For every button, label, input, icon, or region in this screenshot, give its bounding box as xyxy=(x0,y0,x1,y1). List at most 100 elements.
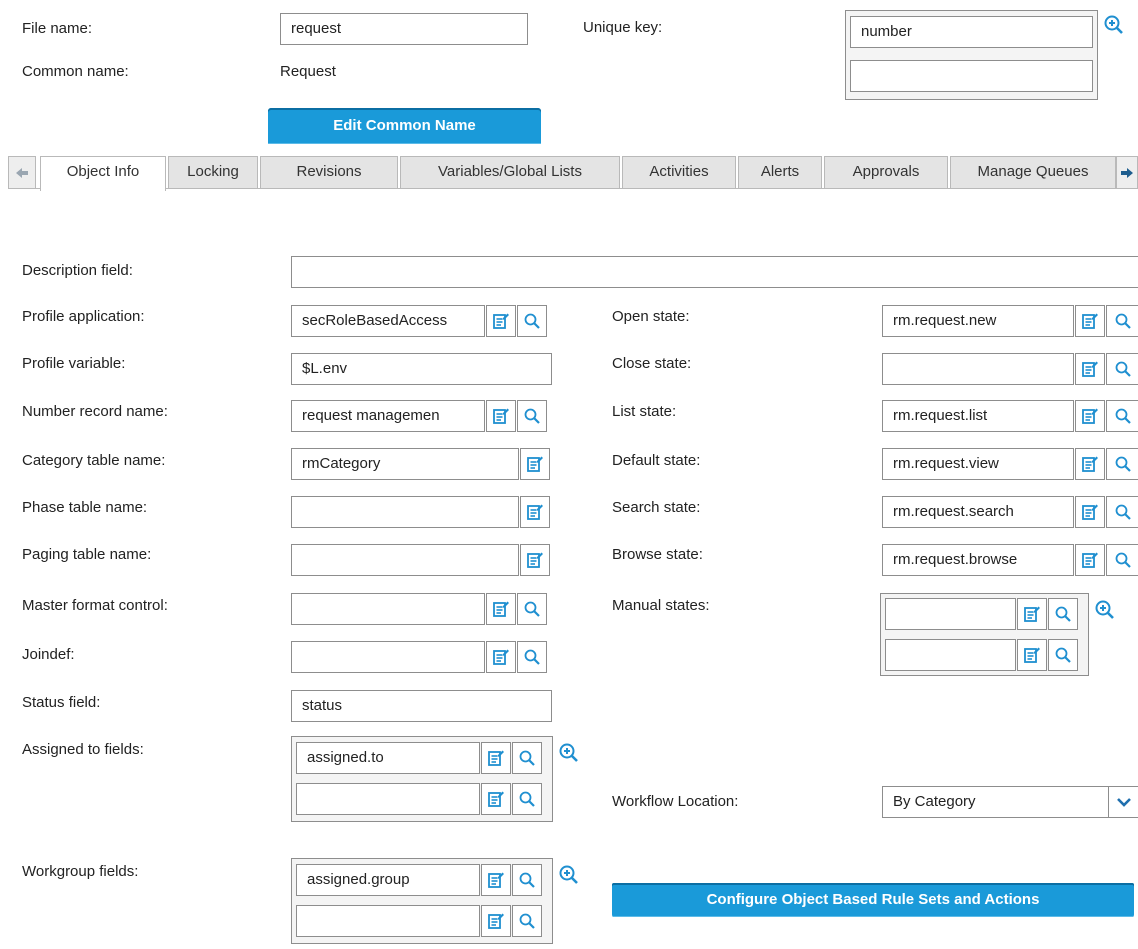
search-button[interactable] xyxy=(517,400,547,432)
form-edit-button[interactable] xyxy=(486,641,516,673)
magnifier-icon xyxy=(519,872,535,888)
form-edit-button[interactable] xyxy=(481,783,511,815)
form-edit-icon xyxy=(493,649,509,665)
form-edit-button[interactable] xyxy=(1075,544,1105,576)
search-button[interactable] xyxy=(1106,353,1138,385)
magnifier-icon xyxy=(1115,408,1131,424)
zoom-plus-icon[interactable] xyxy=(1094,599,1116,621)
workgroup-input-2[interactable] xyxy=(296,905,480,937)
form-edit-button[interactable] xyxy=(1075,400,1105,432)
magnifier-icon xyxy=(519,913,535,929)
form-edit-button[interactable] xyxy=(1075,496,1105,528)
assigned-to-input-1[interactable]: assigned.to xyxy=(296,742,480,774)
form-edit-button[interactable] xyxy=(1075,448,1105,480)
manual-states-input-1[interactable] xyxy=(885,598,1016,630)
workflow-location-value: By Category xyxy=(893,793,976,810)
profile-variable-label: Profile variable: xyxy=(22,355,126,372)
edit-common-name-button[interactable]: Edit Common Name xyxy=(268,108,541,144)
description-field-input[interactable] xyxy=(291,256,1138,288)
search-button[interactable] xyxy=(1106,400,1138,432)
form-edit-button[interactable] xyxy=(520,496,550,528)
unique-key-field-1[interactable]: number xyxy=(850,16,1093,48)
tab-alerts[interactable]: Alerts xyxy=(738,156,822,188)
workgroup-input-1[interactable]: assigned.group xyxy=(296,864,480,896)
form-edit-icon xyxy=(1082,456,1098,472)
form-edit-button[interactable] xyxy=(486,305,516,337)
tab-variables-global-lists[interactable]: Variables/Global Lists xyxy=(400,156,620,188)
search-button[interactable] xyxy=(512,864,542,896)
close-state-label: Close state: xyxy=(612,355,692,372)
form-edit-button[interactable] xyxy=(1075,353,1105,385)
tab-scroll-left[interactable] xyxy=(8,156,36,188)
form-edit-button[interactable] xyxy=(481,742,511,774)
form-edit-button[interactable] xyxy=(520,544,550,576)
category-table-name-input[interactable]: rmCategory xyxy=(291,448,519,480)
tab-approvals[interactable]: Approvals xyxy=(824,156,948,188)
unique-key-field-2[interactable] xyxy=(850,60,1093,92)
search-button[interactable] xyxy=(517,641,547,673)
browse-state-label: Browse state: xyxy=(612,546,703,563)
form-edit-button[interactable] xyxy=(481,905,511,937)
search-button[interactable] xyxy=(517,593,547,625)
form-edit-button[interactable] xyxy=(1017,598,1047,630)
workgroup-fields-label: Workgroup fields: xyxy=(22,863,139,880)
tab-manage-queues[interactable]: Manage Queues xyxy=(950,156,1116,188)
search-button[interactable] xyxy=(1106,544,1138,576)
magnifier-icon xyxy=(1055,606,1071,622)
search-button[interactable] xyxy=(1048,639,1078,671)
form-edit-button[interactable] xyxy=(520,448,550,480)
magnifier-icon xyxy=(1115,456,1131,472)
zoom-plus-icon[interactable] xyxy=(558,864,580,886)
profile-application-input[interactable]: secRoleBasedAccess xyxy=(291,305,485,337)
form-edit-icon xyxy=(1082,313,1098,329)
search-button[interactable] xyxy=(517,305,547,337)
search-state-input[interactable]: rm.request.search xyxy=(882,496,1074,528)
form-edit-icon xyxy=(1082,408,1098,424)
master-format-control-input[interactable] xyxy=(291,593,485,625)
zoom-plus-icon[interactable] xyxy=(1103,14,1125,36)
search-button[interactable] xyxy=(512,905,542,937)
profile-variable-input[interactable]: $L.env xyxy=(291,353,552,385)
magnifier-icon xyxy=(1115,313,1131,329)
search-button[interactable] xyxy=(512,783,542,815)
form-edit-button[interactable] xyxy=(481,864,511,896)
browse-state-input[interactable]: rm.request.browse xyxy=(882,544,1074,576)
zoom-plus-icon[interactable] xyxy=(558,742,580,764)
manual-states-input-2[interactable] xyxy=(885,639,1016,671)
search-button[interactable] xyxy=(1106,305,1138,337)
status-field-input[interactable]: status xyxy=(291,690,552,722)
tab-object-info[interactable]: Object Info xyxy=(40,156,166,191)
workflow-location-dropdown[interactable] xyxy=(1108,786,1138,818)
paging-table-name-input[interactable] xyxy=(291,544,519,576)
form-edit-button[interactable] xyxy=(1017,639,1047,671)
assigned-to-input-2[interactable] xyxy=(296,783,480,815)
search-button[interactable] xyxy=(1106,496,1138,528)
search-button[interactable] xyxy=(1106,448,1138,480)
form-edit-button[interactable] xyxy=(1075,305,1105,337)
workflow-location-label: Workflow Location: xyxy=(612,793,739,810)
close-state-input[interactable] xyxy=(882,353,1074,385)
form-edit-icon xyxy=(1024,647,1040,663)
open-state-input[interactable]: rm.request.new xyxy=(882,305,1074,337)
joindef-input[interactable] xyxy=(291,641,485,673)
tab-scroll-right[interactable] xyxy=(1116,156,1138,188)
tab-bar: Object Info Locking Revisions Variables/… xyxy=(8,154,1138,191)
search-button[interactable] xyxy=(1048,598,1078,630)
number-record-name-label: Number record name: xyxy=(22,403,168,420)
form-edit-button[interactable] xyxy=(486,593,516,625)
default-state-input[interactable]: rm.request.view xyxy=(882,448,1074,480)
phase-table-name-input[interactable] xyxy=(291,496,519,528)
tab-activities[interactable]: Activities xyxy=(622,156,736,188)
magnifier-icon xyxy=(524,649,540,665)
configure-object-based-rule-sets-button[interactable]: Configure Object Based Rule Sets and Act… xyxy=(612,883,1134,917)
list-state-input[interactable]: rm.request.list xyxy=(882,400,1074,432)
form-edit-button[interactable] xyxy=(486,400,516,432)
number-record-name-input[interactable]: request managemen xyxy=(291,400,485,432)
workflow-location-select[interactable]: By Category xyxy=(882,786,1138,818)
form-edit-icon xyxy=(488,913,504,929)
search-button[interactable] xyxy=(512,742,542,774)
tab-label: Variables/Global Lists xyxy=(438,163,582,180)
file-name-field[interactable]: request xyxy=(280,13,528,45)
tab-revisions[interactable]: Revisions xyxy=(260,156,398,188)
tab-locking[interactable]: Locking xyxy=(168,156,258,188)
